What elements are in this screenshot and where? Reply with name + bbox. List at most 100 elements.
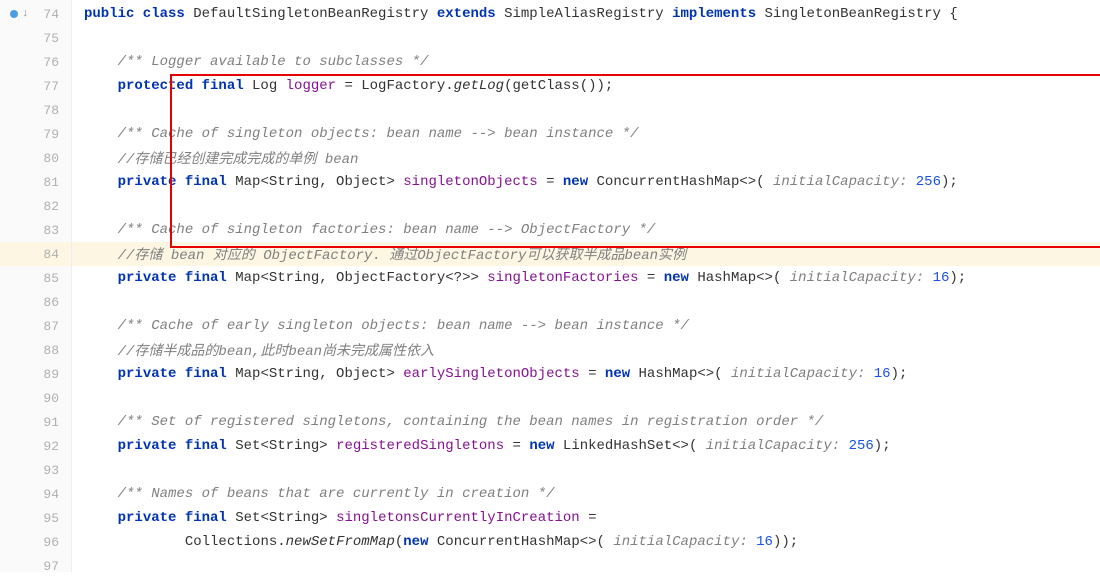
line-number[interactable]: 94 <box>0 482 71 506</box>
line-number[interactable]: 85 <box>0 266 71 290</box>
line-number[interactable]: 82 <box>0 194 71 218</box>
line-number[interactable]: 87 <box>0 314 71 338</box>
code-line[interactable]: private final Map<String, Object> earlyS… <box>72 362 1100 386</box>
code-line[interactable] <box>72 98 1100 122</box>
code-token: (getClass()); <box>504 78 613 94</box>
line-number[interactable]: 86 <box>0 290 71 314</box>
line-number[interactable]: 91 <box>0 410 71 434</box>
line-number[interactable]: 95 <box>0 506 71 530</box>
code-token: 16 <box>933 270 950 286</box>
code-token: SimpleAliasRegistry <box>504 6 672 22</box>
code-line[interactable] <box>72 194 1100 218</box>
code-token: singletonsCurrentlyInCreation <box>336 510 588 526</box>
code-token: = <box>513 438 530 454</box>
code-token: //存储已经创建完成完成的单例 bean <box>118 148 359 168</box>
arrow-down-icon: ↓ <box>22 8 29 20</box>
code-token: = <box>588 366 605 382</box>
line-number[interactable]: 74↓ <box>0 2 71 26</box>
line-number[interactable]: 81 <box>0 170 71 194</box>
line-number[interactable]: 97 <box>0 554 71 578</box>
line-number[interactable]: 76 <box>0 50 71 74</box>
code-line[interactable]: /** Set of registered singletons, contai… <box>72 410 1100 434</box>
line-number[interactable]: 93 <box>0 458 71 482</box>
code-token: Map<String, Object> <box>235 174 403 190</box>
code-line[interactable] <box>72 290 1100 314</box>
line-number[interactable]: 83 <box>0 218 71 242</box>
code-token: Map<String, ObjectFactory<?>> <box>235 270 487 286</box>
code-token: ConcurrentHashMap<>( <box>597 174 773 190</box>
code-token: newSetFromMap <box>286 534 395 550</box>
code-token: ); <box>874 438 891 454</box>
code-token: /** Names of beans that are currently in… <box>118 486 555 502</box>
line-number[interactable]: 88 <box>0 338 71 362</box>
code-token: initialCapacity: <box>613 534 756 550</box>
code-line[interactable]: private final Map<String, Object> single… <box>72 170 1100 194</box>
code-line[interactable]: /** Cache of early singleton objects: be… <box>72 314 1100 338</box>
code-token: logger <box>286 78 345 94</box>
code-token: /** Set of registered singletons, contai… <box>118 414 824 430</box>
code-token: initialCapacity: <box>731 366 874 382</box>
code-token: HashMap<>( <box>697 270 789 286</box>
code-token: initialCapacity: <box>790 270 933 286</box>
code-token: initialCapacity: <box>773 174 916 190</box>
line-number[interactable]: 80 <box>0 146 71 170</box>
code-line[interactable] <box>72 554 1100 578</box>
code-token: DefaultSingletonBeanRegistry <box>193 6 437 22</box>
code-line[interactable]: Collections.newSetFromMap(new Concurrent… <box>72 530 1100 554</box>
code-line[interactable]: public class DefaultSingletonBeanRegistr… <box>72 2 1100 26</box>
code-token: implements <box>672 6 764 22</box>
code-token: initialCapacity: <box>706 438 849 454</box>
gutter: 74↓7576777879808182838485868788899091929… <box>0 0 72 572</box>
code-token: ( <box>395 534 403 550</box>
code-token: SingletonBeanRegistry <box>765 6 950 22</box>
code-token: Log <box>252 78 286 94</box>
code-line[interactable]: //存储 bean 对应的 ObjectFactory. 通过ObjectFac… <box>72 242 1100 266</box>
code-token: singletonObjects <box>403 174 546 190</box>
code-line[interactable]: /** Logger available to subclasses */ <box>72 50 1100 74</box>
code-token: singletonFactories <box>487 270 647 286</box>
code-line[interactable]: /** Cache of singleton objects: bean nam… <box>72 122 1100 146</box>
code-token: Set<String> <box>235 510 336 526</box>
code-line[interactable] <box>72 458 1100 482</box>
code-token: LinkedHashSet<>( <box>563 438 706 454</box>
line-number[interactable]: 90 <box>0 386 71 410</box>
code-token: HashMap<>( <box>639 366 731 382</box>
line-number[interactable]: 84 <box>0 242 71 266</box>
code-token: private final <box>118 510 236 526</box>
line-number[interactable]: 89 <box>0 362 71 386</box>
code-line[interactable] <box>72 386 1100 410</box>
code-line[interactable]: /** Names of beans that are currently in… <box>72 482 1100 506</box>
code-token: 256 <box>916 174 941 190</box>
line-number[interactable]: 79 <box>0 122 71 146</box>
code-token: ConcurrentHashMap<>( <box>437 534 613 550</box>
code-token: Collections. <box>185 534 286 550</box>
code-token: ); <box>949 270 966 286</box>
line-number[interactable]: 78 <box>0 98 71 122</box>
code-editor[interactable]: public class DefaultSingletonBeanRegistr… <box>72 0 1100 572</box>
line-number[interactable]: 92 <box>0 434 71 458</box>
code-token: Map<String, Object> <box>235 366 403 382</box>
code-token: //存储半成品的bean,此时bean尚未完成属性依入 <box>118 340 434 360</box>
code-token: //存储 bean 对应的 ObjectFactory. 通过ObjectFac… <box>118 244 686 264</box>
code-token: ); <box>891 366 908 382</box>
code-token: private final <box>118 366 236 382</box>
code-line[interactable]: protected final Log logger = LogFactory.… <box>72 74 1100 98</box>
code-line[interactable]: private final Map<String, ObjectFactory<… <box>72 266 1100 290</box>
code-line[interactable] <box>72 26 1100 50</box>
code-token: = <box>546 174 563 190</box>
code-token: protected final <box>118 78 252 94</box>
line-number[interactable]: 77 <box>0 74 71 98</box>
code-line[interactable]: //存储半成品的bean,此时bean尚未完成属性依入 <box>72 338 1100 362</box>
code-token: ); <box>941 174 958 190</box>
code-token: registeredSingletons <box>336 438 512 454</box>
code-line[interactable]: private final Set<String> registeredSing… <box>72 434 1100 458</box>
line-number[interactable]: 75 <box>0 26 71 50</box>
code-line[interactable]: /** Cache of singleton factories: bean n… <box>72 218 1100 242</box>
code-token: private final <box>118 174 236 190</box>
code-token: 16 <box>874 366 891 382</box>
line-number[interactable]: 96 <box>0 530 71 554</box>
code-token: getLog <box>454 78 504 94</box>
code-line[interactable]: //存储已经创建完成完成的单例 bean <box>72 146 1100 170</box>
code-token: earlySingletonObjects <box>403 366 588 382</box>
code-line[interactable]: private final Set<String> singletonsCurr… <box>72 506 1100 530</box>
